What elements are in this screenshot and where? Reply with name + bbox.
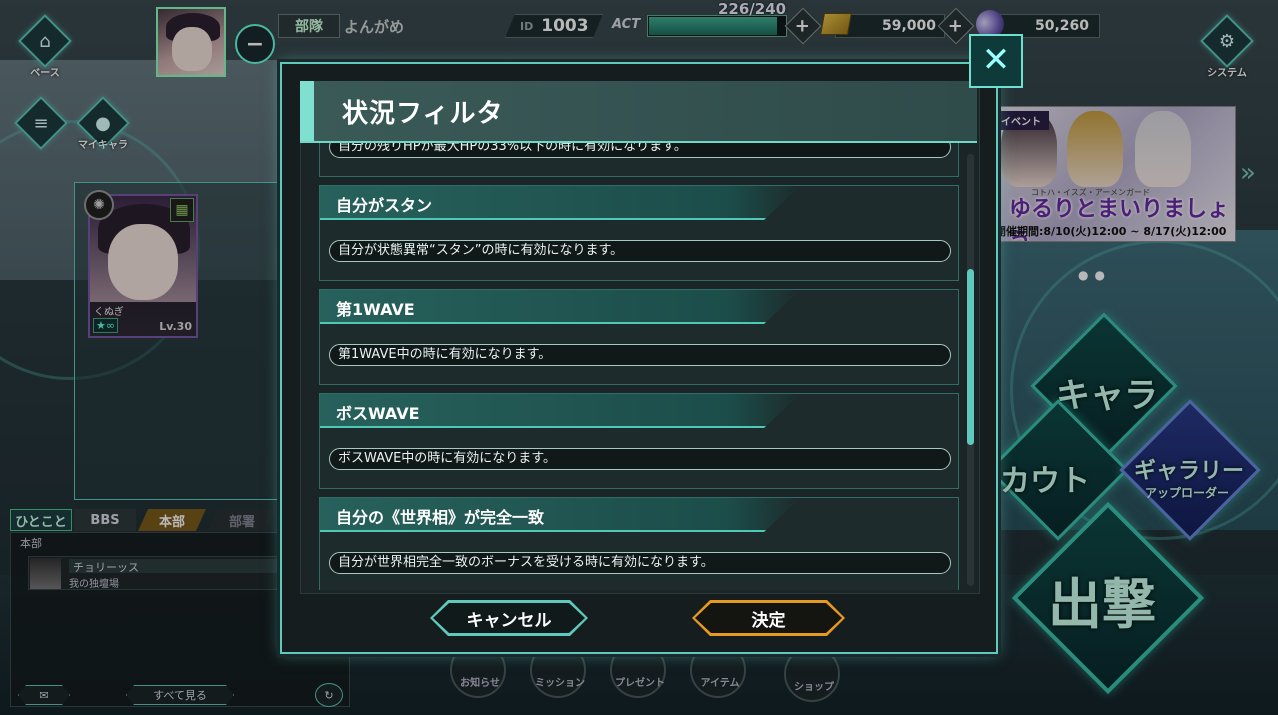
filter-entry-title: ボスWAVE xyxy=(336,404,420,423)
scrollbar-thumb[interactable] xyxy=(967,269,974,446)
filter-entry-title: 自分がスタン xyxy=(336,196,433,215)
filter-entry[interactable]: 第1WAVE 第1WAVE中の時に有効になります。 xyxy=(319,289,959,385)
filter-entry[interactable]: 自分がスタン 自分が状態異常“スタン”の時に有効になります。 xyxy=(319,185,959,281)
cancel-label: キャンセル xyxy=(466,610,552,631)
confirm-button[interactable]: 決定 xyxy=(692,600,845,636)
dialog-title-bar: 状況フィルタ xyxy=(300,81,977,143)
filter-list[interactable]: 自分の残りHPが最大HPの33%以下の時に有効になります。 自分がスタン 自分が… xyxy=(318,143,960,590)
filter-entry-description: 第1WAVE中の時に有効になります。 xyxy=(329,344,951,366)
filter-entry-title: 自分の《世界相》が完全一致 xyxy=(336,508,545,527)
filter-entry-description: 自分が状態異常“スタン”の時に有効になります。 xyxy=(329,240,951,262)
filter-entry[interactable]: 自分の残りHPが最大HPの33%以下の時に有効になります。 xyxy=(319,143,959,177)
filter-entry-description: 自分の残りHPが最大HPの33%以下の時に有効になります。 xyxy=(329,143,951,158)
cancel-button[interactable]: キャンセル xyxy=(430,600,588,636)
dialog-title: 状況フィルタ xyxy=(342,99,504,129)
close-icon: ✕ xyxy=(981,40,1011,80)
filter-entry-description: 自分が世界相完全一致のボーナスを受ける時に有効になります。 xyxy=(329,552,951,574)
filter-entry[interactable]: 自分の《世界相》が完全一致 自分が世界相完全一致のボーナスを受ける時に有効になり… xyxy=(319,497,959,590)
filter-entry-description: ボスWAVE中の時に有効になります。 xyxy=(329,448,951,470)
confirm-label: 決定 xyxy=(751,610,786,631)
close-button[interactable]: ✕ xyxy=(969,34,1023,88)
filter-entry-title: 第1WAVE xyxy=(336,300,415,319)
filter-entry[interactable]: ボスWAVE ボスWAVE中の時に有効になります。 xyxy=(319,393,959,489)
scrollbar[interactable] xyxy=(967,154,974,586)
